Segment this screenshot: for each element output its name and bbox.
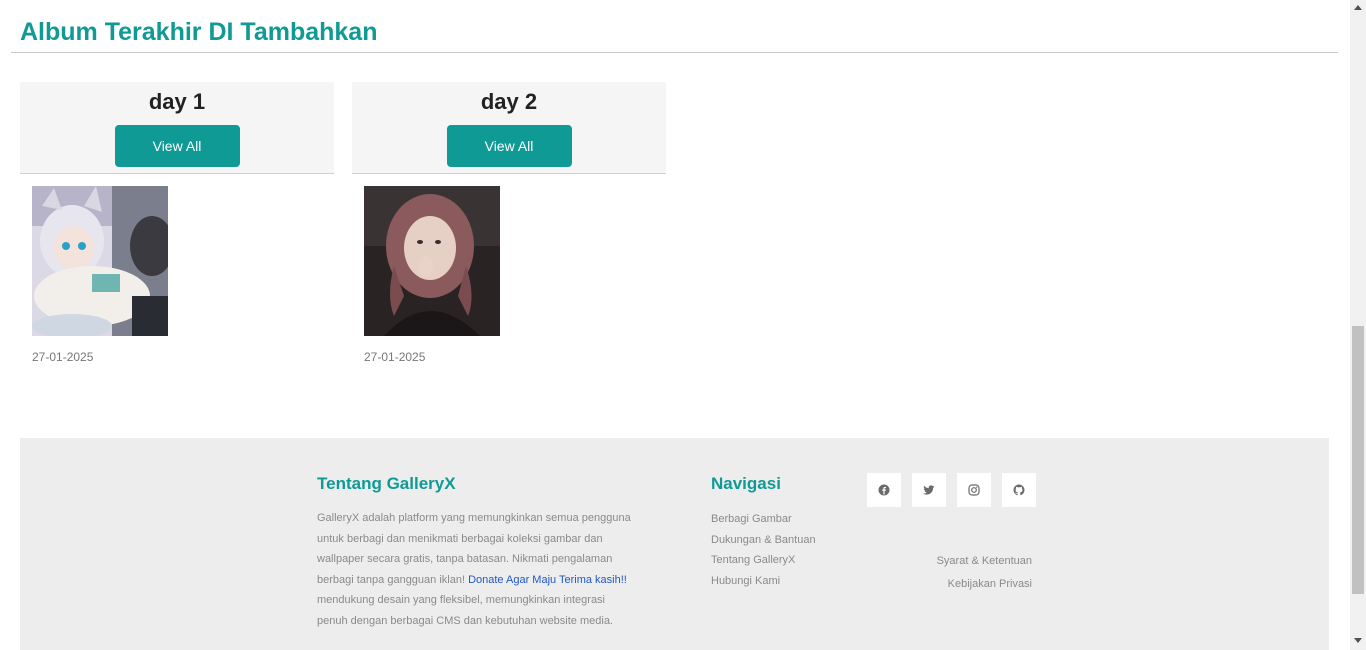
footer-legal: Syarat & Ketentuan Kebijakan Privasi	[937, 550, 1032, 596]
album-date: 27-01-2025	[32, 350, 94, 364]
github-icon	[1013, 484, 1025, 496]
donate-link[interactable]: Donate Agar Maju Terima kasih!!	[468, 574, 627, 586]
twitter-icon	[923, 485, 935, 495]
scroll-down-arrow-icon[interactable]	[1354, 638, 1362, 643]
privacy-link[interactable]: Kebijakan Privasi	[937, 573, 1032, 596]
instagram-icon	[968, 484, 980, 496]
facebook-icon	[878, 484, 890, 496]
section-title: Album Terakhir DI Tambahkan	[20, 18, 378, 46]
footer: Tentang GalleryX GalleryX adalah platfor…	[20, 438, 1329, 650]
about-text-part: mendukung desain yang fleksibel, memungk…	[317, 594, 613, 627]
anime-girl-image	[32, 186, 168, 336]
section-divider	[11, 52, 1338, 53]
vertical-scrollbar[interactable]	[1350, 0, 1366, 650]
footer-nav-title: Navigasi	[711, 474, 781, 493]
instagram-button[interactable]	[957, 473, 991, 507]
page: Album Terakhir DI Tambahkan day 1 View A…	[0, 0, 1350, 650]
album-date: 27-01-2025	[364, 350, 426, 364]
album-header: day 1 View All	[20, 82, 334, 174]
footer-about-text: GalleryX adalah platform yang memungkink…	[317, 508, 637, 632]
github-button[interactable]	[1002, 473, 1036, 507]
scrollbar-thumb[interactable]	[1352, 326, 1364, 594]
footer-about-title: Tentang GalleryX	[317, 474, 456, 493]
album-header: day 2 View All	[352, 82, 666, 174]
album-name: day 2	[480, 89, 538, 114]
album-thumbnail[interactable]	[364, 186, 500, 336]
album-name: day 1	[148, 89, 206, 114]
footer-about: Tentang GalleryX GalleryX adalah platfor…	[317, 474, 637, 632]
view-all-button[interactable]: View All	[114, 125, 240, 167]
facebook-button[interactable]	[867, 473, 901, 507]
footer-nav-item[interactable]: Dukungan & Bantuan	[711, 530, 851, 551]
footer-nav-item[interactable]: Berbagi Gambar	[711, 509, 851, 530]
portrait-photo-image	[364, 186, 500, 336]
twitter-button[interactable]	[912, 473, 946, 507]
terms-link[interactable]: Syarat & Ketentuan	[937, 550, 1032, 573]
view-all-button[interactable]: View All	[446, 125, 572, 167]
footer-navigation: Navigasi Berbagi Gambar Dukungan & Bantu…	[711, 474, 851, 591]
footer-nav-item[interactable]: Tentang GalleryX	[711, 550, 851, 571]
scroll-up-arrow-icon[interactable]	[1354, 5, 1362, 10]
album-thumbnail[interactable]	[32, 186, 168, 336]
social-links	[867, 473, 1036, 507]
album-card: day 1 View All 27-01-2025	[20, 82, 334, 364]
album-card: day 2 View All 27-01-2025	[352, 82, 666, 364]
footer-nav-item[interactable]: Hubungi Kami	[711, 571, 851, 592]
